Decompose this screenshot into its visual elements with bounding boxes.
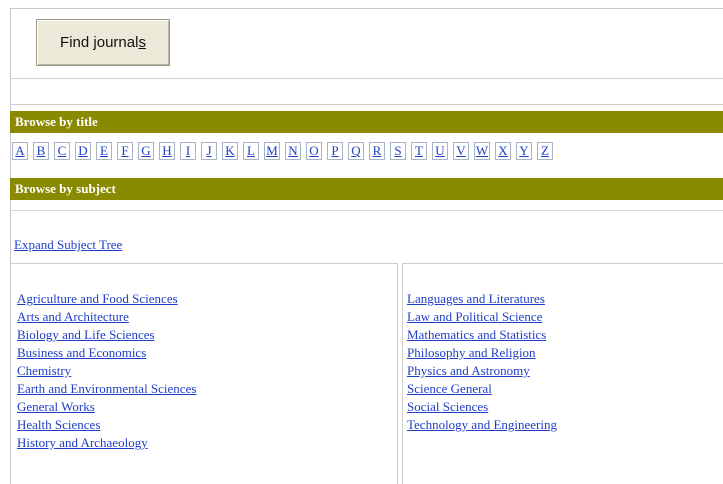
letter-link-q[interactable]: Q: [348, 142, 364, 160]
list-item: Earth and Environmental Sciences: [17, 380, 196, 398]
letter-link-v[interactable]: V: [453, 142, 469, 160]
letter-link-h[interactable]: H: [159, 142, 175, 160]
subject-link[interactable]: Languages and Literatures: [407, 291, 545, 306]
letter-link-d[interactable]: D: [75, 142, 91, 160]
letter-link-z[interactable]: Z: [537, 142, 553, 160]
subject-panel-left: Agriculture and Food Sciences Arts and Ar…: [10, 263, 398, 484]
list-item: Languages and Literatures: [407, 290, 557, 308]
list-item: Health Sciences: [17, 416, 196, 434]
subject-link[interactable]: Agriculture and Food Sciences: [17, 291, 178, 306]
letter-link-w[interactable]: W: [474, 142, 490, 160]
letter-link-b[interactable]: B: [33, 142, 49, 160]
subject-link[interactable]: Law and Political Science: [407, 309, 542, 324]
subject-link[interactable]: Science General: [407, 381, 492, 396]
find-journals-label: Find journals: [60, 34, 146, 51]
list-item: Biology and Life Sciences: [17, 326, 196, 344]
find-journals-button[interactable]: Find journals: [36, 19, 170, 66]
list-item: Arts and Architecture: [17, 308, 196, 326]
subject-link[interactable]: Health Sciences: [17, 417, 100, 432]
list-item: Law and Political Science: [407, 308, 557, 326]
letter-link-j[interactable]: J: [201, 142, 217, 160]
browse-by-subject-heading: Browse by subject: [10, 178, 723, 200]
letter-link-k[interactable]: K: [222, 142, 238, 160]
list-item: Technology and Engineering: [407, 416, 557, 434]
expand-subject-tree-link[interactable]: Expand Subject Tree: [14, 237, 122, 253]
list-item: Physics and Astronomy: [407, 362, 557, 380]
list-item: Business and Economics: [17, 344, 196, 362]
subject-link[interactable]: Technology and Engineering: [407, 417, 557, 432]
divider: [10, 210, 723, 211]
subject-link[interactable]: General Works: [17, 399, 95, 414]
letter-link-a[interactable]: A: [12, 142, 28, 160]
list-item: History and Archaeology: [17, 434, 196, 452]
letter-link-l[interactable]: L: [243, 142, 259, 160]
letter-link-e[interactable]: E: [96, 142, 112, 160]
letter-link-t[interactable]: T: [411, 142, 427, 160]
subject-link[interactable]: Social Sciences: [407, 399, 488, 414]
letter-link-i[interactable]: I: [180, 142, 196, 160]
letter-link-u[interactable]: U: [432, 142, 448, 160]
subject-link[interactable]: Business and Economics: [17, 345, 146, 360]
subject-list-left: Agriculture and Food Sciences Arts and Ar…: [17, 290, 196, 452]
subject-panel-right: Languages and Literatures Law and Politic…: [402, 263, 723, 484]
frame-top-border: [10, 8, 723, 9]
letter-link-p[interactable]: P: [327, 142, 343, 160]
letter-link-c[interactable]: C: [54, 142, 70, 160]
subject-link[interactable]: Philosophy and Religion: [407, 345, 536, 360]
divider: [10, 104, 723, 105]
subject-link[interactable]: Mathematics and Statistics: [407, 327, 546, 342]
list-item: Chemistry: [17, 362, 196, 380]
letter-link-m[interactable]: M: [264, 142, 280, 160]
subject-link[interactable]: Biology and Life Sciences: [17, 327, 155, 342]
letter-link-s[interactable]: S: [390, 142, 406, 160]
divider: [10, 78, 723, 79]
browse-by-title-heading: Browse by title: [10, 111, 723, 133]
letter-link-g[interactable]: G: [138, 142, 154, 160]
subject-list-right: Languages and Literatures Law and Politic…: [407, 290, 557, 434]
letter-link-r[interactable]: R: [369, 142, 385, 160]
subject-link[interactable]: Physics and Astronomy: [407, 363, 530, 378]
list-item: Social Sciences: [407, 398, 557, 416]
find-journals-label-text: Find journal: [60, 34, 139, 51]
list-item: Agriculture and Food Sciences: [17, 290, 196, 308]
list-item: Mathematics and Statistics: [407, 326, 557, 344]
alphabet-nav: ABCDEFGHIJKLMNOPQRSTUVWXYZ: [12, 142, 558, 168]
letter-link-f[interactable]: F: [117, 142, 133, 160]
letter-link-o[interactable]: O: [306, 142, 322, 160]
letter-link-y[interactable]: Y: [516, 142, 532, 160]
list-item: General Works: [17, 398, 196, 416]
list-item: Science General: [407, 380, 557, 398]
subject-link[interactable]: History and Archaeology: [17, 435, 148, 450]
subject-link[interactable]: Earth and Environmental Sciences: [17, 381, 196, 396]
subject-link[interactable]: Arts and Architecture: [17, 309, 129, 324]
find-journals-accesskey: s: [138, 34, 146, 51]
letter-link-n[interactable]: N: [285, 142, 301, 160]
list-item: Philosophy and Religion: [407, 344, 557, 362]
subject-link[interactable]: Chemistry: [17, 363, 71, 378]
letter-link-x[interactable]: X: [495, 142, 511, 160]
